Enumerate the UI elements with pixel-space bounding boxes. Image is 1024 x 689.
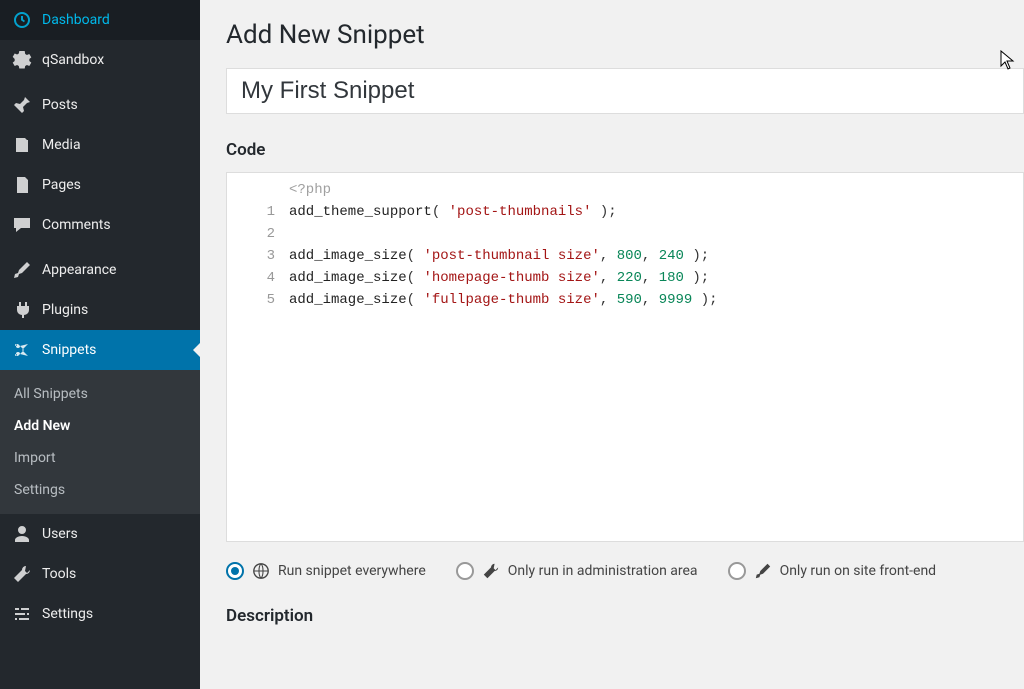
sidebar-item-label: Media [42, 137, 81, 153]
run-everywhere-option[interactable]: Run snippet everywhere [226, 562, 426, 580]
submenu-add-new[interactable]: Add New [0, 410, 200, 442]
sliders-icon [12, 604, 32, 624]
brush-icon [754, 562, 772, 580]
sidebar-item-appearance[interactable]: Appearance [0, 250, 200, 290]
sidebar-item-label: Users [42, 526, 78, 542]
run-admin-option[interactable]: Only run in administration area [456, 562, 698, 580]
submenu-import[interactable]: Import [0, 442, 200, 474]
sidebar-item-settings[interactable]: Settings [0, 594, 200, 634]
submenu-settings[interactable]: Settings [0, 474, 200, 506]
admin-sidebar: Dashboard qSandbox Posts Media Pages Com… [0, 0, 200, 689]
sidebar-item-plugins[interactable]: Plugins [0, 290, 200, 330]
page-title: Add New Snippet [226, 20, 1024, 50]
description-heading: Description [226, 606, 1024, 626]
plug-icon [12, 300, 32, 320]
code-editor[interactable]: 12345 <?php add_theme_support( 'post-thu… [226, 172, 1024, 542]
wrench-icon [12, 564, 32, 584]
user-icon [12, 524, 32, 544]
run-frontend-option[interactable]: Only run on site front-end [728, 562, 937, 580]
sidebar-item-label: Comments [42, 217, 111, 233]
sidebar-item-snippets[interactable]: Snippets [0, 330, 200, 370]
pin-icon [12, 95, 32, 115]
sidebar-item-label: Plugins [42, 302, 88, 318]
dashboard-icon [12, 10, 32, 30]
option-label: Only run in administration area [508, 563, 698, 579]
sidebar-item-pages[interactable]: Pages [0, 165, 200, 205]
code-heading: Code [226, 140, 1024, 160]
snippet-title-input[interactable] [226, 68, 1024, 114]
sidebar-item-comments[interactable]: Comments [0, 205, 200, 245]
sidebar-item-label: Settings [42, 606, 93, 622]
code-body[interactable]: <?php add_theme_support( 'post-thumbnail… [283, 173, 1023, 541]
sidebar-item-posts[interactable]: Posts [0, 85, 200, 125]
run-scope-options: Run snippet everywhere Only run in admin… [226, 542, 1024, 606]
sidebar-item-media[interactable]: Media [0, 125, 200, 165]
scissors-icon [12, 340, 32, 360]
sidebar-item-label: Pages [42, 177, 81, 193]
sidebar-item-users[interactable]: Users [0, 514, 200, 554]
pages-icon [12, 175, 32, 195]
media-icon [12, 135, 32, 155]
comment-icon [12, 215, 32, 235]
radio-unchecked-icon [728, 562, 746, 580]
sidebar-item-label: Snippets [42, 342, 96, 358]
line-gutter: 12345 [227, 173, 283, 541]
sidebar-item-label: Appearance [42, 262, 116, 278]
sidebar-item-qsandbox[interactable]: qSandbox [0, 40, 200, 80]
gear-icon [12, 50, 32, 70]
sidebar-item-tools[interactable]: Tools [0, 554, 200, 594]
option-label: Run snippet everywhere [278, 563, 426, 579]
brush-icon [12, 260, 32, 280]
option-label: Only run on site front-end [780, 563, 937, 579]
sidebar-item-label: qSandbox [42, 52, 104, 68]
submenu-all-snippets[interactable]: All Snippets [0, 378, 200, 410]
sidebar-item-label: Dashboard [42, 12, 110, 28]
radio-checked-icon [226, 562, 244, 580]
sidebar-item-dashboard[interactable]: Dashboard [0, 0, 200, 40]
wrench-icon [482, 562, 500, 580]
main-content: Add New Snippet Code 12345 <?php add_the… [200, 0, 1024, 689]
radio-unchecked-icon [456, 562, 474, 580]
sidebar-item-label: Tools [42, 566, 76, 582]
snippets-submenu: All Snippets Add New Import Settings [0, 370, 200, 514]
sidebar-item-label: Posts [42, 97, 78, 113]
globe-icon [252, 562, 270, 580]
